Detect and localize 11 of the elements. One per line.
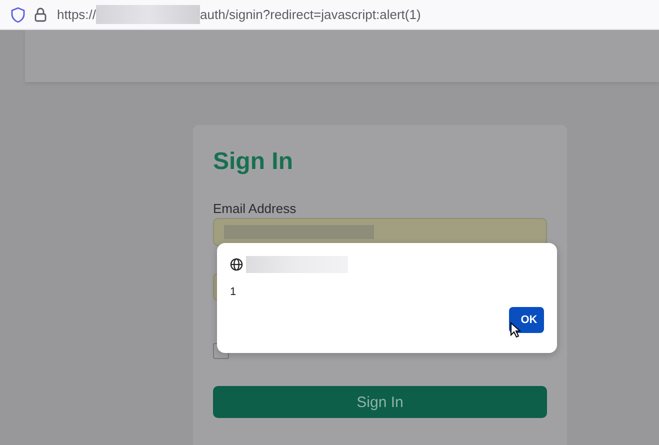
shield-icon[interactable]	[11, 6, 25, 22]
url-text: https://	[57, 7, 96, 22]
email-field[interactable]	[213, 218, 547, 246]
alert-message: 1	[230, 285, 236, 299]
globe-icon	[230, 258, 243, 271]
ok-button[interactable]: OK	[509, 307, 544, 333]
url-text: auth/signin?redirect=javascript:alert(1)	[200, 7, 421, 22]
signin-title: Sign In	[213, 147, 293, 177]
cursor-icon	[510, 322, 521, 338]
lock-icon[interactable]	[34, 7, 47, 22]
email-label: Email Address	[213, 201, 296, 217]
